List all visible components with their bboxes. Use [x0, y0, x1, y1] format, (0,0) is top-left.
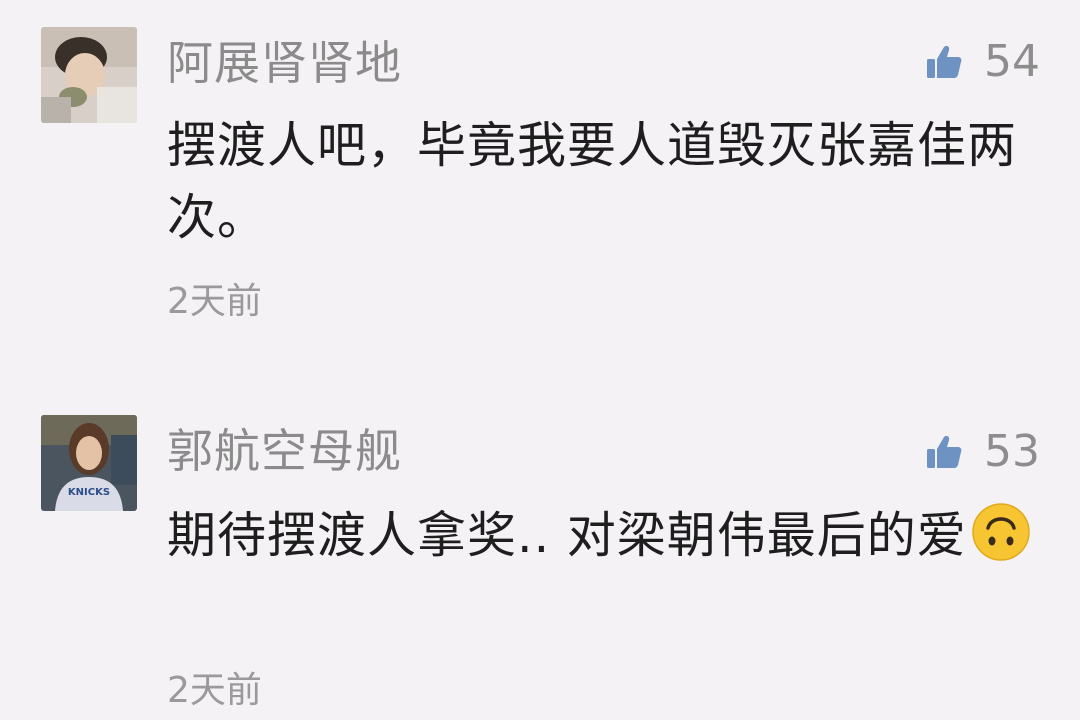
avatar-image: KNICKS: [41, 415, 137, 511]
svg-text:KNICKS: KNICKS: [68, 487, 110, 498]
username[interactable]: 阿展肾肾地: [167, 40, 402, 86]
like-button[interactable]: 53: [926, 430, 1040, 474]
username[interactable]: 郭航空母舰: [167, 428, 402, 474]
comment-item: KNICKS 郭航空母舰 53 期待摆渡人拿奖.. 对梁朝伟最后的爱 2天前: [0, 390, 1080, 720]
like-count: 53: [984, 426, 1040, 477]
thumbs-up-icon: [927, 46, 962, 78]
avatar-image: [41, 27, 137, 123]
user-avatar[interactable]: [41, 27, 137, 123]
thumbs-up-icon: [927, 436, 962, 468]
like-count: 54: [984, 36, 1040, 87]
upside-down-face-emoji-icon: [971, 503, 1030, 561]
comment-time: 2天前: [167, 281, 262, 322]
comment-time: 2天前: [167, 670, 262, 711]
like-button[interactable]: 54: [926, 40, 1040, 84]
comment-text: 期待摆渡人拿奖.. 对梁朝伟最后的爱: [167, 500, 1037, 572]
user-avatar[interactable]: KNICKS: [41, 415, 137, 511]
comment-text-body: 期待摆渡人拿奖.. 对梁朝伟最后的爱: [167, 507, 967, 564]
comment-item: 阿展肾肾地 54 摆渡人吧，毕竟我要人道毁灭张嘉佳两次。 2天前: [0, 0, 1080, 390]
comment-text: 摆渡人吧，毕竟我要人道毁灭张嘉佳两次。: [167, 117, 1018, 246]
